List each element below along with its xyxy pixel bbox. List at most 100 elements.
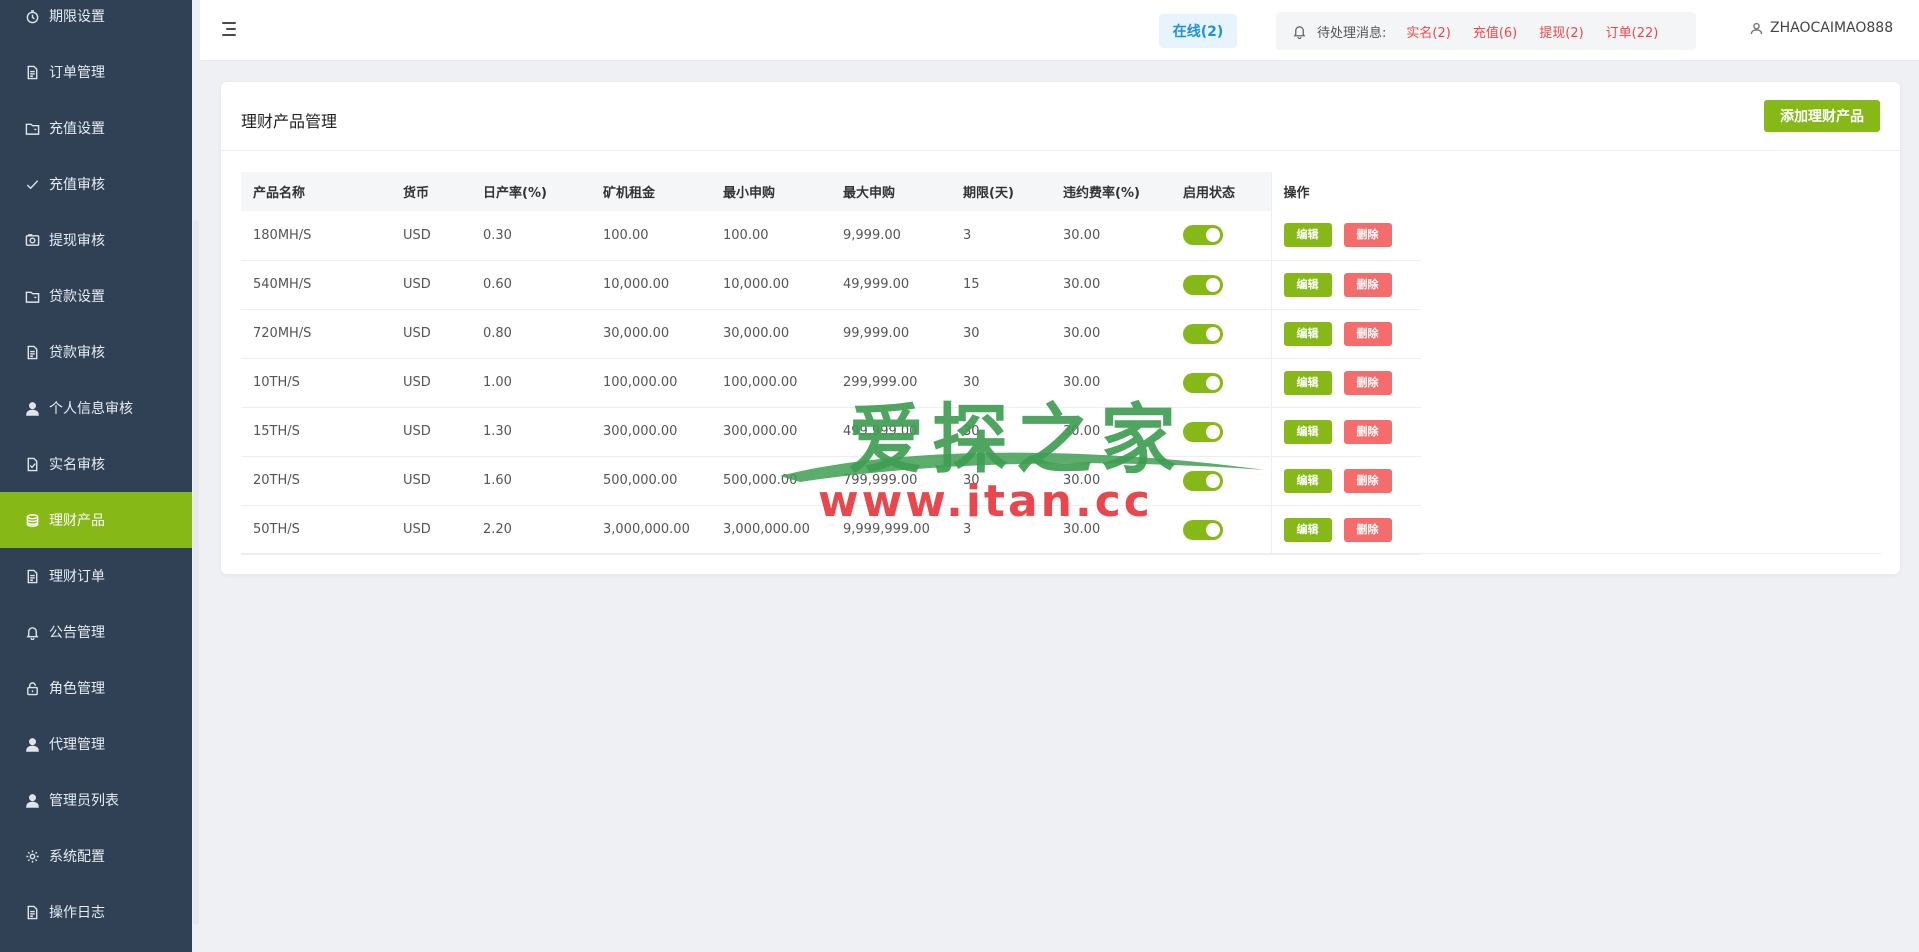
table-cell: 15TH/S — [241, 407, 391, 457]
col-header: 日产率(%) — [471, 172, 591, 211]
notice-link-withdraw[interactable]: 提现(2) — [1539, 22, 1583, 41]
edit-button[interactable]: 编辑 — [1283, 468, 1332, 493]
user-icon — [24, 792, 40, 808]
enable-toggle[interactable] — [1183, 323, 1223, 344]
notice-link-recharge[interactable]: 充值(6) — [1473, 22, 1517, 41]
table-cell: 540MH/S — [241, 260, 391, 310]
sidebar-item-label: 操作日志 — [49, 905, 105, 921]
document-icon — [24, 568, 40, 584]
edit-button[interactable]: 编辑 — [1283, 272, 1332, 297]
edit-button[interactable]: 编辑 — [1283, 321, 1332, 346]
status-cell — [1171, 358, 1271, 408]
sidebar-item-label: 贷款审核 — [49, 345, 105, 361]
sidebar-item[interactable]: 公告管理 — [0, 604, 192, 660]
enable-toggle[interactable] — [1183, 421, 1223, 442]
sidebar-scrollbar[interactable] — [193, 220, 199, 925]
sidebar-item[interactable]: 系统配置 — [0, 828, 192, 884]
gear-icon — [24, 848, 40, 864]
document-icon — [24, 344, 40, 360]
delete-button[interactable]: 删除 — [1343, 321, 1392, 346]
sidebar-item[interactable]: 理财产品 — [0, 492, 192, 548]
notice-label: 待处理消息: — [1317, 25, 1387, 41]
delete-button[interactable]: 删除 — [1343, 517, 1392, 542]
actions-cell: 编辑 删除 — [1270, 407, 1421, 457]
card-header: 理财产品管理 添加理财产品 — [221, 82, 1900, 151]
sidebar-item-label: 期限设置 — [49, 9, 105, 25]
sidebar-item[interactable]: 个人信息审核 — [0, 380, 192, 436]
top-header: 在线(2) 待处理消息: 实名(2) 充值(6) 提现(2) 订单(22) ZH… — [200, 0, 1919, 61]
sidebar-item[interactable]: 充值设置 — [0, 100, 192, 156]
table-cell: 180MH/S — [241, 211, 391, 261]
enable-toggle[interactable] — [1183, 372, 1223, 393]
online-badge[interactable]: 在线(2) — [1159, 14, 1237, 48]
sidebar-item-label: 实名审核 — [49, 457, 105, 473]
delete-button[interactable]: 删除 — [1343, 419, 1392, 444]
table-cell: 30.00 — [1051, 456, 1171, 506]
delete-button[interactable]: 删除 — [1343, 370, 1392, 395]
table-cell: 720MH/S — [241, 309, 391, 359]
sidebar-item[interactable]: 角色管理 — [0, 660, 192, 716]
table-cell: USD — [391, 456, 471, 506]
sidebar-item[interactable]: 提现审核 — [0, 212, 192, 268]
document-icon — [24, 64, 40, 80]
sidebar-item[interactable]: 贷款审核 — [0, 324, 192, 380]
enable-toggle[interactable] — [1183, 274, 1223, 295]
actions-cell: 编辑 删除 — [1270, 309, 1421, 359]
edit-button[interactable]: 编辑 — [1283, 370, 1332, 395]
delete-button[interactable]: 删除 — [1343, 223, 1392, 248]
table-cell: 30 — [951, 456, 1051, 506]
user-menu[interactable]: ZHAOCAIMAO888 — [1750, 20, 1893, 36]
username: ZHAOCAIMAO888 — [1770, 20, 1894, 36]
edit-button[interactable]: 编辑 — [1283, 517, 1332, 542]
sidebar-item[interactable]: 实名审核 — [0, 436, 192, 492]
bell-icon — [24, 624, 40, 640]
col-header: 货币 — [391, 172, 471, 211]
lock-icon — [24, 680, 40, 696]
delete-button[interactable]: 删除 — [1343, 468, 1392, 493]
table-cell: 0.60 — [471, 260, 591, 310]
enable-toggle[interactable] — [1183, 470, 1223, 491]
status-cell — [1171, 260, 1271, 310]
sidebar-item-label: 贷款设置 — [49, 289, 105, 305]
enable-toggle[interactable] — [1183, 225, 1223, 246]
delete-button[interactable]: 删除 — [1343, 272, 1392, 297]
table-cell: 9,999,999.00 — [831, 505, 951, 555]
sidebar-item-label: 充值设置 — [49, 121, 105, 137]
table-cell: 30 — [951, 358, 1051, 408]
table-cell: USD — [391, 505, 471, 555]
sidebar-item[interactable]: 贷款设置 — [0, 268, 192, 324]
edit-button[interactable]: 编辑 — [1283, 419, 1332, 444]
divider — [241, 553, 1881, 554]
sidebar-item[interactable]: 理财订单 — [0, 548, 192, 604]
notice-link-order[interactable]: 订单(22) — [1606, 22, 1659, 41]
sidebar-item[interactable]: 管理员列表 — [0, 772, 192, 828]
sidebar-item[interactable]: 订单管理 — [0, 44, 192, 100]
table-cell: 1.00 — [471, 358, 591, 408]
col-header: 最大申购 — [831, 172, 951, 211]
table-cell: 100.00 — [711, 211, 831, 261]
folder-icon — [24, 120, 40, 136]
sidebar-item-label: 代理管理 — [49, 737, 105, 753]
col-header: 操作 — [1270, 172, 1421, 211]
table-cell: 500,000.00 — [711, 456, 831, 506]
table-row: 10TH/S USD 1.00 100,000.00 100,000.00 299,999… — [241, 358, 1421, 408]
edit-button[interactable]: 编辑 — [1283, 223, 1332, 248]
sidebar-menu: 期限设置订单管理充值设置充值审核 提现审核贷款设置贷款审核个人信息审核 实名审核理财… — [0, 0, 192, 940]
table-cell: 15 — [951, 260, 1051, 310]
sidebar-item[interactable]: 操作日志 — [0, 884, 192, 940]
page-title: 理财产品管理 — [241, 112, 338, 131]
menu-toggle-icon[interactable] — [222, 22, 238, 38]
table-cell: 3,000,000.00 — [711, 505, 831, 555]
notice-link-realname[interactable]: 实名(2) — [1406, 22, 1450, 41]
sidebar-item-label: 个人信息审核 — [49, 401, 133, 417]
sidebar-item-label: 公告管理 — [49, 625, 105, 641]
sidebar-item[interactable]: 代理管理 — [0, 716, 192, 772]
table-cell: 2.20 — [471, 505, 591, 555]
sidebar-item[interactable]: 期限设置 — [0, 0, 192, 44]
table-row: 15TH/S USD 1.30 300,000.00 300,000.00 499,999… — [241, 407, 1421, 457]
enable-toggle[interactable] — [1183, 519, 1223, 540]
add-product-button[interactable]: 添加理财产品 — [1764, 100, 1880, 132]
pending-notices: 待处理消息: 实名(2) 充值(6) 提现(2) 订单(22) — [1276, 12, 1696, 50]
sidebar-item-label: 管理员列表 — [49, 793, 119, 809]
sidebar-item[interactable]: 充值审核 — [0, 156, 192, 212]
